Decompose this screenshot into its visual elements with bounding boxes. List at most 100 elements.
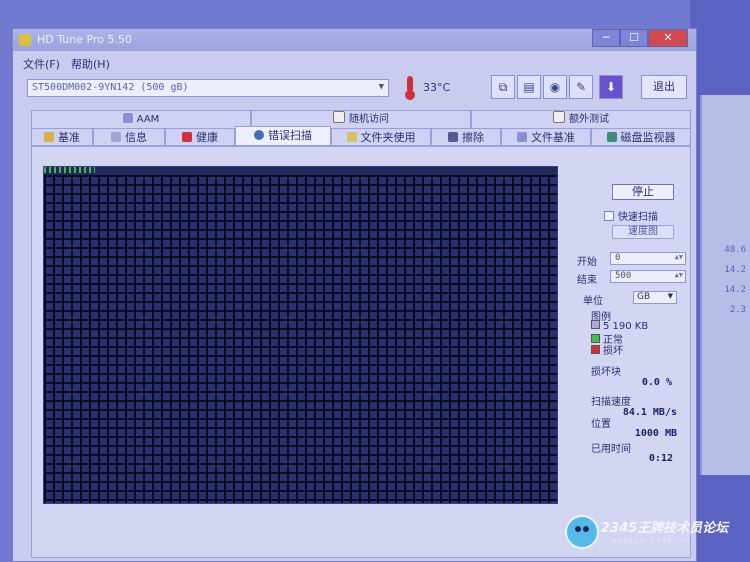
window-title: HD Tune Pro 5.50	[37, 33, 132, 46]
title-bar[interactable]: HD Tune Pro 5.50 ─ ☐ ✕	[13, 29, 696, 51]
tab-label: 随机访问	[349, 114, 389, 125]
file-benchmark-icon	[517, 132, 527, 142]
start-label: 开始	[577, 257, 597, 268]
tab-row-bottom: 基准 信息 健康 错误扫描 文件夹使用 擦除 文件基准 磁盘监视器	[31, 126, 691, 146]
temperature-value: 33°C	[423, 81, 451, 94]
quick-scan-checkbox[interactable]: 快速扫描	[604, 208, 658, 223]
scan-map	[43, 166, 558, 504]
elapsed-value: 0:12	[648, 453, 673, 464]
error-scan-panel: 停止 快速扫描 速度图 开始 0 ▲▼ 结束 500 ▲▼ 单位 GB ▼ 图例 5 …	[31, 146, 691, 558]
tab-label: 健康	[196, 131, 218, 144]
speed-map-button[interactable]: 速度图	[612, 225, 674, 239]
end-value: 500	[615, 271, 632, 281]
background-value: 14.2	[724, 285, 746, 295]
copy-text-button[interactable]: ⧉	[491, 75, 515, 99]
checkbox-icon	[604, 211, 614, 221]
block-icon	[591, 320, 600, 329]
speaker-icon	[122, 113, 133, 123]
tab-label: 信息	[125, 131, 147, 144]
watermark-text: 2345王牌技术员论坛	[601, 521, 729, 536]
app-icon	[19, 34, 31, 46]
benchmark-icon	[44, 132, 54, 142]
maximize-button[interactable]: ☐	[620, 29, 648, 47]
menu-bar: 文件(F) 帮助(H)	[13, 53, 696, 71]
quick-scan-label: 快速扫描	[618, 212, 658, 223]
tab-label: AAM	[136, 114, 160, 125]
disk-monitor-icon	[606, 132, 617, 142]
unit-select[interactable]: GB ▼	[633, 291, 677, 304]
tab-erase[interactable]: 擦除	[431, 128, 501, 146]
tab-aam[interactable]: AAM	[31, 110, 251, 128]
start-value: 0	[615, 253, 621, 263]
tab-benchmark[interactable]: 基准	[31, 128, 93, 146]
trash-icon	[448, 132, 458, 142]
toolbar: ST500DM002-9YN142 (500 gB) ▼ 33°C ⧉ ▤ ◉ …	[13, 73, 696, 107]
tab-extra-tests[interactable]: 额外测试	[471, 110, 691, 128]
tab-label: 擦除	[462, 131, 484, 144]
end-label: 结束	[577, 275, 597, 286]
clipboard-icon: ▤	[523, 80, 535, 94]
position-value: 1000 MB	[634, 428, 677, 439]
scan-speed-label: 扫描速度	[591, 397, 631, 408]
magnifier-icon	[254, 130, 264, 140]
save-button[interactable]: ⬇	[599, 75, 623, 99]
scan-controls: 停止 快速扫描 速度图 开始 0 ▲▼ 结束 500 ▲▼ 单位 GB ▼ 图例 5 …	[577, 147, 689, 547]
damaged-blocks-label: 损坏块	[591, 367, 621, 378]
mascot-logo-icon	[565, 515, 599, 549]
watermark-url: wangpai.2345.cn	[611, 537, 687, 545]
unit-value: GB	[637, 292, 651, 302]
forum-watermark: 2345王牌技术员论坛 wangpai.2345.cn	[565, 515, 745, 555]
scan-progress-bar	[44, 167, 96, 173]
screenshot-button[interactable]: ◉	[543, 75, 567, 99]
tab-health[interactable]: 健康	[165, 128, 235, 146]
menu-file[interactable]: 文件(F)	[23, 56, 60, 72]
copy-report-button[interactable]: ▤	[517, 75, 541, 99]
legend-damaged: 损坏	[591, 342, 623, 357]
tab-label: 磁盘监视器	[620, 131, 676, 144]
start-input[interactable]: 0 ▲▼	[610, 252, 686, 265]
tab-error-scan[interactable]: 错误扫描	[235, 126, 331, 146]
tab-label: 额外测试	[569, 114, 609, 125]
scan-block-grid	[44, 175, 557, 503]
damaged-label: 损坏	[603, 346, 623, 357]
unit-label: 单位	[583, 296, 603, 307]
tab-row-top: AAM 随机访问 额外测试	[31, 110, 691, 128]
tab-label: 文件夹使用	[360, 131, 416, 144]
exit-button[interactable]: 退出	[641, 75, 687, 99]
drive-select-value: ST500DM002-9YN142 (500 gB)	[32, 82, 189, 93]
chevron-down-icon: ▼	[378, 82, 384, 92]
extra-tests-icon	[553, 111, 565, 123]
background-value: 48.6	[724, 245, 746, 255]
background-window: 48.6 14.2 14.2 2.3	[700, 95, 750, 475]
spinner-arrows-icon: ▲▼	[674, 253, 683, 261]
damaged-block-icon	[591, 345, 600, 354]
tab-label: 基准	[58, 131, 80, 144]
camera-icon: ◉	[549, 80, 561, 94]
wrench-icon: ✎	[575, 80, 587, 94]
end-input[interactable]: 500 ▲▼	[610, 270, 686, 283]
background-value: 2.3	[729, 305, 746, 315]
minimize-button[interactable]: ─	[592, 29, 620, 47]
thermometer-icon	[403, 76, 415, 100]
chevron-down-icon: ▼	[667, 292, 673, 300]
tab-disk-monitor[interactable]: 磁盘监视器	[591, 128, 691, 146]
hdtune-window: HD Tune Pro 5.50 ─ ☐ ✕ 文件(F) 帮助(H) ST500…	[12, 28, 697, 562]
folder-icon	[346, 132, 357, 142]
info-icon	[111, 132, 121, 142]
tab-folder-usage[interactable]: 文件夹使用	[331, 128, 431, 146]
tab-label: 文件基准	[531, 131, 575, 144]
close-button[interactable]: ✕	[648, 29, 688, 47]
options-button[interactable]: ✎	[569, 75, 593, 99]
tab-info[interactable]: 信息	[93, 128, 165, 146]
damaged-blocks-value: 0.0 %	[641, 377, 672, 388]
random-access-icon	[333, 111, 345, 123]
copy-icon: ⧉	[498, 80, 508, 94]
spinner-arrows-icon: ▲▼	[674, 271, 683, 279]
drive-select[interactable]: ST500DM002-9YN142 (500 gB) ▼	[27, 79, 389, 97]
tab-file-benchmark[interactable]: 文件基准	[501, 128, 591, 146]
tab-label: 错误扫描	[268, 129, 312, 142]
stop-button[interactable]: 停止	[612, 184, 674, 200]
background-value: 14.2	[724, 265, 746, 275]
health-cross-icon	[182, 132, 192, 142]
menu-help[interactable]: 帮助(H)	[71, 56, 110, 72]
